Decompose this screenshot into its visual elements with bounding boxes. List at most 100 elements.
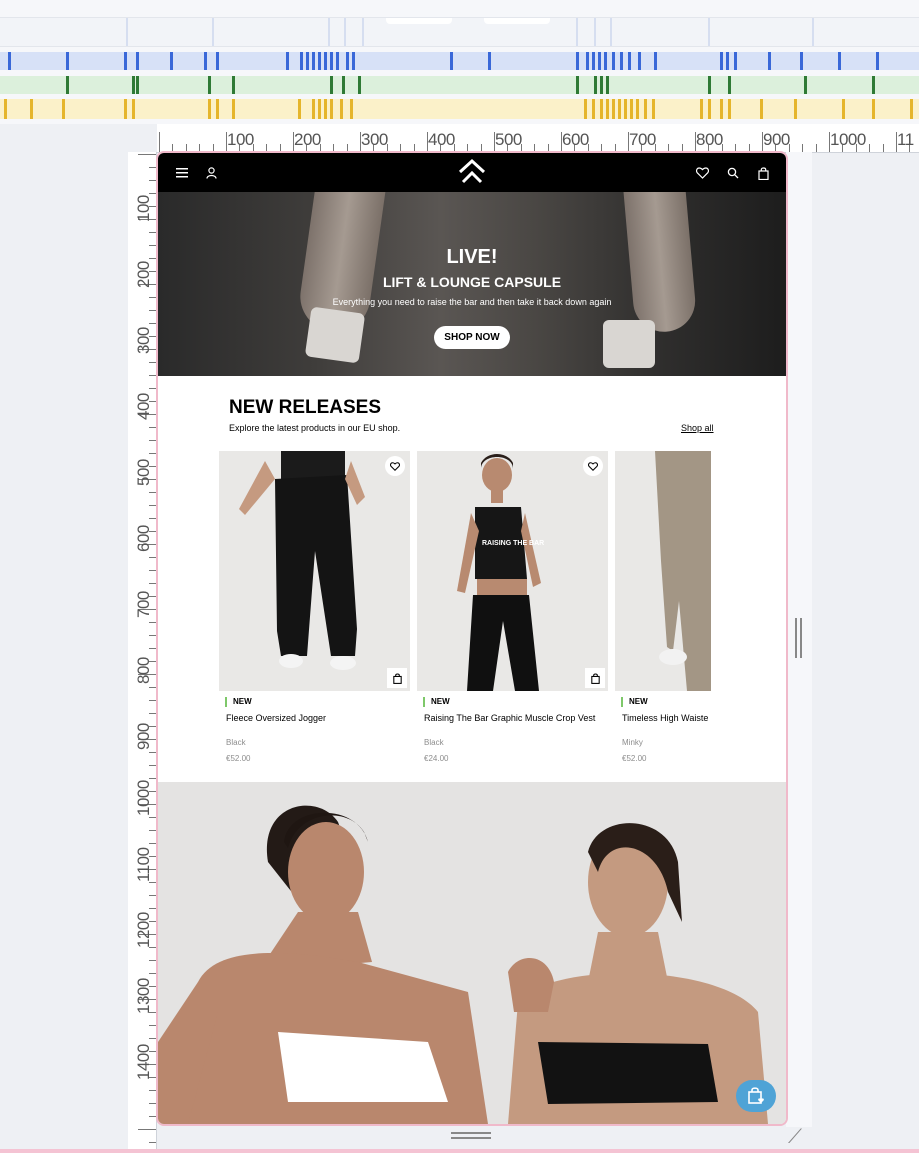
overview-tick (628, 52, 631, 70)
overview-tick (324, 52, 327, 70)
ruler-label: 1400 (134, 1044, 153, 1080)
ruler-label: 400 (428, 130, 455, 149)
corner-resize-icon[interactable]: ⟋ (788, 1126, 802, 1149)
ruler-tick (149, 232, 156, 233)
product-name[interactable]: Timeless High Waiste (622, 713, 711, 724)
overview-tick (300, 52, 303, 70)
ruler-label: 600 (134, 525, 153, 552)
wishlist-icon[interactable] (692, 163, 712, 183)
overview-tick (132, 99, 135, 119)
ruler-label: 700 (134, 591, 153, 618)
ruler-tick (149, 713, 156, 714)
ruler-tick (149, 245, 156, 246)
product-name[interactable]: Raising The Bar Graphic Muscle Crop Vest (424, 713, 599, 724)
overview-tick (768, 52, 771, 70)
account-icon[interactable] (201, 163, 221, 183)
quick-add-bag-icon[interactable] (585, 668, 605, 688)
ruler-label: 100 (134, 195, 153, 222)
width-resize-handle[interactable] (795, 618, 803, 658)
hero-copy: Everything you need to raise the bar and… (332, 297, 612, 307)
ruler-label: 600 (562, 130, 589, 149)
overview-tick (652, 99, 655, 119)
ruler-tick (149, 518, 156, 519)
ruler-tick (149, 817, 156, 818)
logo-icon[interactable] (457, 158, 487, 186)
overview-tick (66, 76, 69, 94)
ruler-label: 300 (134, 327, 153, 354)
ruler-tick (149, 765, 156, 766)
overview-row-scripts (0, 76, 919, 94)
overview-tick (872, 76, 875, 94)
ruler-tick (149, 700, 156, 701)
overview-tick (620, 52, 623, 70)
quick-add-bag-icon[interactable] (387, 668, 407, 688)
favorite-icon[interactable] (583, 456, 603, 476)
overview-tick (606, 99, 609, 119)
overview-tick (318, 52, 321, 70)
hero-banner: LIVE! LIFT & LOUNGE CAPSULE Everything y… (158, 192, 786, 376)
search-icon[interactable] (723, 163, 743, 183)
product-name[interactable]: Fleece Oversized Jogger (226, 713, 401, 724)
overview-tick (170, 52, 173, 70)
overview-tick (876, 52, 879, 70)
overview-tick (318, 99, 321, 119)
top-nav (158, 153, 786, 192)
overview-tick (208, 76, 211, 94)
overview-tick (286, 52, 289, 70)
overview-panel (0, 0, 919, 124)
height-resize-handle[interactable] (451, 1132, 491, 1140)
overview-tick (726, 52, 729, 70)
menu-icon[interactable] (172, 163, 192, 183)
overview-tick (576, 76, 579, 94)
overview-tick (208, 99, 211, 119)
overview-tick (66, 52, 69, 70)
overview-tick (728, 76, 731, 94)
overview-tick (708, 76, 711, 94)
ruler-label: 400 (134, 393, 153, 420)
product-image[interactable]: RAISING THE BAR (417, 451, 608, 691)
ruler-label: 1200 (134, 912, 153, 948)
svg-text:RAISING THE BAR: RAISING THE BAR (482, 540, 544, 547)
overview-tick (204, 52, 207, 70)
overview-tick (728, 99, 731, 119)
overview-tick (624, 99, 627, 119)
overview-tick (336, 52, 339, 70)
overview-tick (352, 52, 355, 70)
product-image[interactable] (615, 451, 711, 691)
overview-tick (30, 99, 33, 119)
overview-tick (872, 99, 875, 119)
promo-image[interactable] (158, 782, 786, 1124)
bag-icon[interactable] (753, 163, 773, 183)
overview-tick (584, 99, 587, 119)
shop-all-link[interactable]: Shop all (681, 423, 714, 433)
ruler-tick (149, 960, 156, 961)
overview-tick (132, 76, 135, 94)
ruler-tick (149, 752, 156, 753)
product-card[interactable]: RAISING THE BAR NEW Raising The Bar Grap… (417, 451, 608, 763)
ruler-tick (149, 1116, 156, 1117)
ruler-tick (149, 427, 156, 428)
vertical-ruler: 100 200 300 400 500 600 700 800 900 1000 1100 1200 1… (128, 152, 157, 1153)
overview-tick (592, 52, 595, 70)
overview-tick (298, 99, 301, 119)
chat-bag-icon[interactable] (736, 1080, 776, 1112)
overview-tick (312, 52, 315, 70)
ruler-tick (149, 843, 156, 844)
ruler-tick (149, 635, 156, 636)
overview-tick (708, 99, 711, 119)
ruler-tick (149, 830, 156, 831)
product-card[interactable]: NEW Fleece Oversized Jogger Black €52.00 (219, 451, 410, 763)
ruler-label: 1000 (830, 130, 866, 149)
ruler-label: 800 (134, 657, 153, 684)
ruler-tick (149, 1038, 156, 1039)
product-color: Black (226, 738, 246, 747)
ruler-tick (149, 973, 156, 974)
favorite-icon[interactable] (385, 456, 405, 476)
shop-now-button[interactable]: SHOP NOW (434, 326, 510, 349)
overview-tick (654, 52, 657, 70)
ruler-label: 900 (763, 130, 790, 149)
product-image[interactable] (219, 451, 410, 691)
overview-tick (340, 99, 343, 119)
ruler-tick (149, 180, 156, 181)
product-card[interactable]: NEW Timeless High Waiste Minky €52.00 (615, 451, 711, 791)
